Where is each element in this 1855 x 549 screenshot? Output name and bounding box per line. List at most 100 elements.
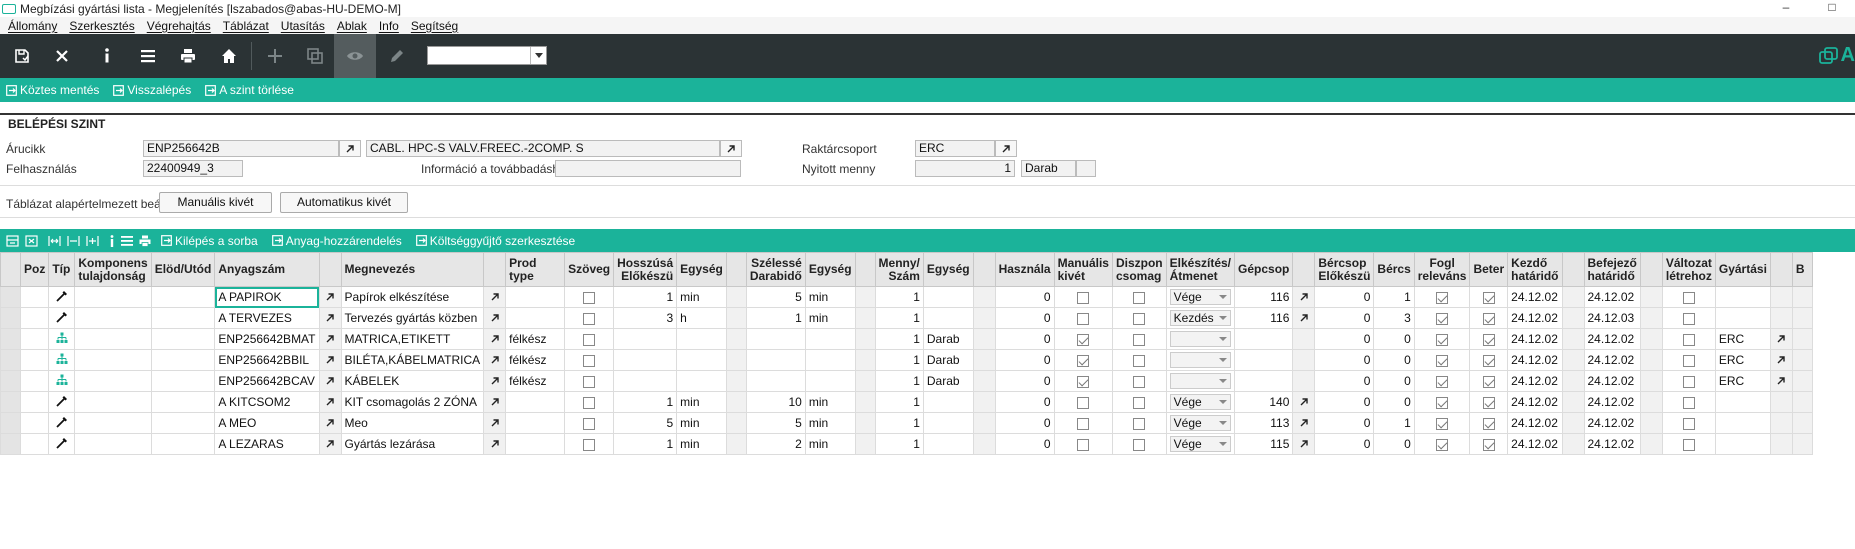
cell-manualis-checkbox[interactable] [1077,291,1090,304]
cell-b[interactable] [1791,412,1813,434]
cell-manualis[interactable] [1053,286,1113,308]
cell-szoveg-checkbox[interactable] [583,291,596,304]
cell-manualis[interactable] [1053,307,1113,329]
cell-kezdo[interactable]: 24.12.02 [1507,349,1563,371]
cell-bercsop[interactable]: 0 [1314,307,1375,329]
gyartasi-link-button[interactable] [1769,412,1793,434]
cell-fogl-checkbox[interactable] [1436,354,1449,367]
cell-hasznalat[interactable]: 0 [994,412,1055,434]
arucikk-field[interactable]: ENP256642B [143,140,339,157]
automatic-withdrawal-button[interactable]: Automatikus kivét [280,192,408,213]
table-row[interactable]: A LEZARAS Gyártás lezárása 1 min 2 min 1 0 Vége 1… [0,433,1813,455]
cell-anyagszam[interactable]: A TERVEZES [214,307,320,329]
cell-befejezo[interactable]: 24.12.02 [1583,370,1641,392]
cell-bercs[interactable]: 0 [1373,391,1415,413]
cell-beter-checkbox[interactable] [1482,333,1495,346]
cell-gyartasi[interactable]: ERC [1714,370,1771,392]
cell-diszpon-checkbox[interactable] [1133,375,1146,388]
cell-valtozat[interactable] [1661,370,1716,392]
cell-manualis-checkbox[interactable] [1077,375,1090,388]
menu-segitseg[interactable]: Segítség [411,19,458,33]
cell-beter-checkbox[interactable] [1482,354,1495,367]
megnevezes-link-button[interactable] [483,349,507,371]
copy-button[interactable] [293,34,337,78]
egyseg2-button[interactable] [854,286,876,308]
cell-kezdo[interactable]: 24.12.02 [1507,370,1563,392]
cell-elod-utod[interactable] [150,307,216,329]
view-button[interactable] [334,34,376,78]
cell-hasznalat[interactable]: 0 [994,370,1055,392]
cell-bercs[interactable]: 3 [1373,307,1415,329]
cell-bercsop[interactable]: 0 [1314,328,1375,350]
cell-szoveg-checkbox[interactable] [583,354,596,367]
cell-fogl[interactable] [1413,370,1471,392]
cell-befejezo[interactable]: 24.12.02 [1583,412,1641,434]
cell-valtozat[interactable] [1661,307,1716,329]
egyseg3-button[interactable] [972,307,996,329]
col-header-befejezo[interactable]: Befejező határidő [1583,252,1641,287]
cell-fogl[interactable] [1413,349,1471,371]
cell-manualis-checkbox[interactable] [1077,438,1090,451]
cell-diszpon-checkbox[interactable] [1133,312,1146,325]
cell-manualis-checkbox[interactable] [1077,396,1090,409]
cell-anyagszam[interactable]: ENP256642BBIL [214,349,320,371]
table-menu-icon[interactable] [121,235,133,246]
egyseg2-button[interactable] [854,349,876,371]
gepcsop-link-button[interactable] [1292,307,1316,329]
cell-elkeszites[interactable]: Kezdés [1165,307,1236,329]
row-selector[interactable] [0,370,21,392]
cell-szoveg[interactable] [564,391,615,413]
cell-egyseg1[interactable] [676,328,727,350]
maximize-button[interactable]: □ [1809,0,1855,17]
elkeszites-dropdown[interactable]: Vége [1169,436,1232,452]
kezdo-button[interactable] [1561,349,1585,371]
cell-prod-type[interactable]: félkész [505,370,566,392]
cell-bercsop[interactable]: 0 [1314,286,1375,308]
cell-egyseg2[interactable] [804,370,856,392]
cell-anyagszam[interactable]: ENP256642BCAV [214,370,320,392]
cell-egyseg2[interactable] [804,349,856,371]
gepcsop-link-button[interactable] [1292,349,1316,371]
megnevezes-link-button[interactable] [483,433,507,455]
col-header-valtozat[interactable]: Változat létrehoz [1661,252,1716,287]
cell-hosszusag[interactable]: 3 [613,307,678,329]
cell-egyseg3[interactable] [922,412,974,434]
gepcsop-link-button[interactable] [1292,328,1316,350]
col-header-beter[interactable]: Beter [1469,252,1509,287]
megnevezes-link-button[interactable] [483,412,507,434]
column-width-icon[interactable] [48,235,61,247]
cell-elod-utod[interactable] [150,286,216,308]
cell-gyartasi[interactable]: ERC [1714,349,1771,371]
row-selector[interactable] [0,286,21,308]
kezdo-button[interactable] [1561,412,1585,434]
cell-egyseg2[interactable]: min [804,433,856,455]
col-header-gepcsop[interactable]: Gépcsop [1234,252,1294,287]
cell-fogl-checkbox[interactable] [1436,312,1449,325]
cell-bercsop[interactable]: 0 [1314,391,1375,413]
cell-diszpon[interactable] [1111,307,1167,329]
cell-befejezo[interactable]: 24.12.03 [1583,307,1641,329]
cell-hasznalat[interactable]: 0 [994,307,1055,329]
egyseg1-button[interactable] [725,433,747,455]
cell-manualis[interactable] [1053,370,1113,392]
cell-elod-utod[interactable] [150,370,216,392]
cell-befejezo[interactable]: 24.12.02 [1583,391,1641,413]
cell-prod-type[interactable] [505,286,566,308]
cell-egyseg2[interactable]: min [804,412,856,434]
insert-row-icon[interactable] [6,234,19,247]
elkeszites-dropdown[interactable]: Vége [1169,289,1232,305]
cell-bercs[interactable]: 0 [1373,349,1415,371]
cell-szoveg[interactable] [564,370,615,392]
gyartasi-link-button[interactable] [1769,370,1793,392]
cell-beter[interactable] [1469,370,1509,392]
cell-beter[interactable] [1469,349,1509,371]
cell-gepcsop[interactable] [1234,370,1294,392]
cell-megnevezes[interactable]: BILÉTA,KÁBELMATRICA [340,349,485,371]
cell-diszpon[interactable] [1111,349,1167,371]
cell-hosszusag[interactable]: 5 [613,412,678,434]
cell-egyseg3[interactable]: Darab [922,370,974,392]
cell-fogl-checkbox[interactable] [1436,375,1449,388]
cell-elkeszites[interactable]: Vége [1165,391,1236,413]
cell-elkeszites[interactable] [1165,349,1236,371]
menu-info[interactable]: Info [379,19,399,33]
